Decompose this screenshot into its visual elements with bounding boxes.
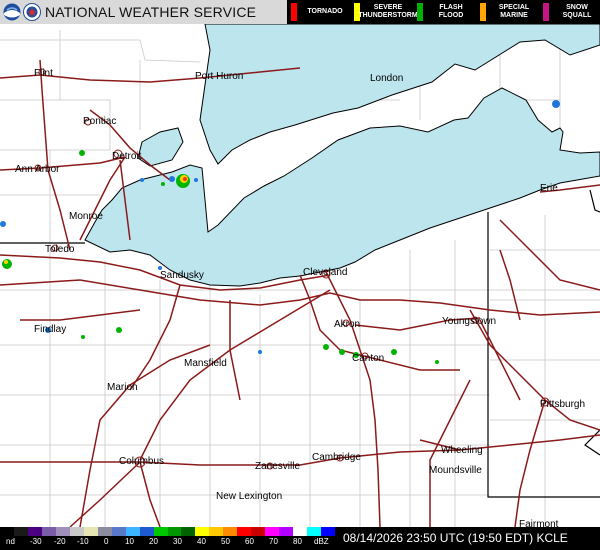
colorbar-swatch [27,527,43,536]
colorbar-swatch [125,527,141,536]
colorbar-swatch [153,527,168,536]
radar-echo [140,178,144,182]
radar-echo [323,344,329,350]
city-label-port-huron: Port Huron [195,71,243,82]
colorbar-swatch [307,527,322,536]
colorbar-swatch [237,527,252,536]
city-label-youngstown: Youngstown [442,316,496,327]
colorbar-swatch [265,527,280,536]
city-label-marion: Marion [107,382,138,393]
colorbar-swatches [0,527,336,536]
city-label-pittsburgh: Pittsburgh [540,399,585,410]
legend-label: TORNADO [307,8,343,15]
city-label-sandusky: Sandusky [160,270,204,281]
colorbar-swatch [293,527,308,536]
warning-legend: TORNADO SEVERE THUNDERSTORM FLASH FLOOD … [287,0,600,24]
city-label-pontiac: Pontiac [83,116,116,127]
colorbar-label: -10 [77,537,89,546]
legend-label: SNOW SQUALL [562,4,592,19]
radar-echo [81,335,85,339]
city-label-moundsville: Moundsville [429,465,482,476]
colorbar-label: 40 [197,537,206,546]
colorbar-swatch [0,527,15,536]
radar-echo [4,260,8,264]
radar-echo [391,349,397,355]
colorbar-swatch [83,527,99,536]
colorbar-swatch [55,527,71,536]
city-label-columbus: Columbus [119,456,164,467]
radar-echo [79,150,85,156]
colorbar-swatch [111,527,127,536]
colorbar-label: -30 [30,537,42,546]
city-label-findlay: Findlay [34,324,66,335]
reflectivity-colorbar: nd -30 -20 -10 0 10 20 30 40 50 60 70 80… [0,527,336,550]
colorbar-label: 60 [245,537,254,546]
radar-echo [116,327,122,333]
colorbar-swatch [41,527,57,536]
map-canvas: Flint Port Huron London Pontiac Detroit … [0,23,600,530]
city-label-cleveland: Cleveland [303,267,347,278]
nws-logo-icon [23,3,41,21]
radar-echo [258,350,262,354]
colorbar-label: 20 [149,537,158,546]
radar-echo [183,177,187,181]
colorbar-swatch [279,527,294,536]
colorbar-swatch [181,527,196,536]
colorbar-swatch [139,527,155,536]
city-label-canton: Canton [352,353,384,364]
colorbar-label: 10 [125,537,134,546]
colorbar-swatch [69,527,85,536]
colorbar-swatch [167,527,182,536]
city-label-new-lexington: New Lexington [216,491,282,502]
city-label-monroe: Monroe [69,211,103,222]
lakes [84,23,600,287]
colorbar-swatch [223,527,238,536]
noaa-logo-icon [3,3,21,21]
colorbar-swatch [321,527,336,536]
timestamp-label: 08/14/2026 23:50 UTC (19:50 EDT) KCLE [335,527,600,550]
colorbar-label: 70 [269,537,278,546]
header-bar: NATIONAL WEATHER SERVICE TORNADO SEVERE … [0,0,600,24]
radar-echo [161,182,165,186]
legend-label: SPECIAL MARINE [498,4,530,19]
radar-echo [552,100,560,108]
city-label-akron: Akron [334,319,360,330]
colorbar-swatch [13,527,29,536]
city-label-london: London [370,73,403,84]
radar-echo [194,178,198,182]
radar-echo [435,360,439,364]
city-label-flint: Flint [34,68,53,79]
city-label-ann-arbor: Ann Arbor [15,164,60,175]
legend-swatch [417,3,423,21]
legend-label: FLASH FLOOD [438,4,464,19]
colorbar-swatch [195,527,210,536]
colorbar-label: 50 [221,537,230,546]
org-name: NATIONAL WEATHER SERVICE [45,4,257,20]
colorbar-label: nd [6,537,15,546]
radar-map-view: Flint Port Huron London Pontiac Detroit … [0,0,600,550]
colorbar-swatch [251,527,266,536]
colorbar-swatch [209,527,224,536]
city-label-wheeling: Wheeling [441,445,483,456]
legend-swatch [543,3,549,21]
city-label-erie: Erie [540,183,558,194]
city-label-toledo: Toledo [45,244,75,255]
lake-erie [84,87,600,287]
city-label-zanesville: Zanesville [255,461,300,472]
colorbar-label: 80 [293,537,302,546]
colorbar-label: 0 [104,537,109,546]
radar-echo [339,349,345,355]
radar-echo [169,176,175,182]
colorbar-label: 30 [173,537,182,546]
radar-echo [0,221,6,227]
city-label-detroit: Detroit [112,151,142,162]
legend-swatch [291,3,297,21]
colorbar-label: -20 [54,537,66,546]
city-label-cambridge: Cambridge [312,452,361,463]
legend-swatch [480,3,486,21]
legend-label: SEVERE THUNDERSTORM [358,4,418,19]
colorbar-swatch [97,527,113,536]
city-label-mansfield: Mansfield [184,358,227,369]
colorbar-label: dBZ [314,537,329,546]
